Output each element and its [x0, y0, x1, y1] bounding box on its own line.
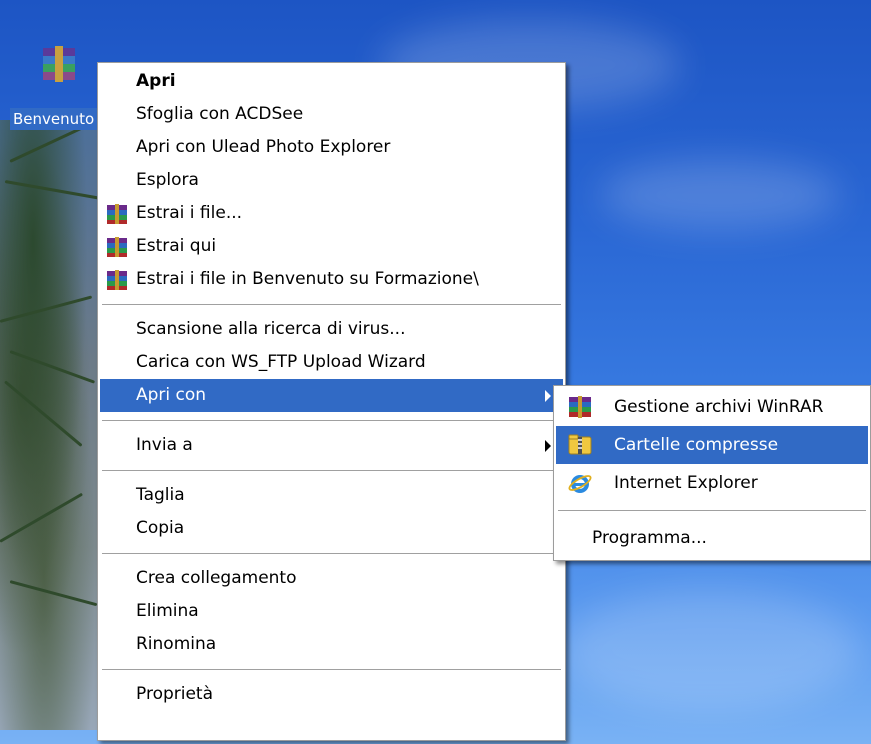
- menu-item-apri-con[interactable]: Apri con: [100, 379, 563, 412]
- menu-item-label: Apri con: [136, 385, 207, 405]
- submenu-item-winrar[interactable]: Gestione archivi WinRAR: [556, 388, 868, 426]
- submenu-item-label: Internet Explorer: [614, 473, 758, 493]
- zip-folder-icon: [568, 433, 592, 457]
- menu-item-copia[interactable]: Copia: [100, 512, 563, 545]
- menu-item-label: Estrai qui: [136, 236, 217, 256]
- submenu-item-internet-explorer[interactable]: Internet Explorer: [556, 464, 868, 502]
- menu-item-estrai-qui[interactable]: Estrai qui: [100, 230, 563, 263]
- submenu-item-programma[interactable]: Programma...: [556, 519, 868, 557]
- menu-item-estrai-in-cartella[interactable]: Estrai i file in Benvenuto su Formazione…: [100, 263, 563, 296]
- menu-separator: [102, 553, 561, 554]
- menu-item-sfoglia-acdsee[interactable]: Sfoglia con ACDSee: [100, 98, 563, 131]
- menu-separator: [102, 420, 561, 421]
- submenu-item-cartelle-compresse[interactable]: Cartelle compresse: [556, 426, 868, 464]
- menu-item-crea-collegamento[interactable]: Crea collegamento: [100, 562, 563, 595]
- menu-item-scansione-virus[interactable]: Scansione alla ricerca di virus...: [100, 313, 563, 346]
- menu-item-apri-ulead[interactable]: Apri con Ulead Photo Explorer: [100, 131, 563, 164]
- menu-separator: [102, 669, 561, 670]
- winrar-archive-icon: [39, 44, 79, 84]
- menu-item-taglia[interactable]: Taglia: [100, 479, 563, 512]
- menu-item-label: Estrai i file...: [136, 203, 243, 223]
- menu-item-elimina[interactable]: Elimina: [100, 595, 563, 628]
- menu-item-proprieta[interactable]: Proprietà: [100, 678, 563, 711]
- cloud: [600, 160, 840, 230]
- menu-item-apri[interactable]: Apri: [100, 65, 563, 98]
- menu-item-label: Estrai i file in Benvenuto su Formazione…: [136, 269, 479, 289]
- winrar-icon: [106, 269, 128, 291]
- menu-item-estrai-file[interactable]: Estrai i file...: [100, 197, 563, 230]
- menu-separator: [102, 304, 561, 305]
- menu-item-ws-ftp-upload[interactable]: Carica con WS_FTP Upload Wizard: [100, 346, 563, 379]
- submenu-separator: [558, 510, 866, 511]
- desktop: Benvenuto su Formazione Apri Sfoglia con…: [0, 0, 871, 744]
- submenu-arrow-icon: [545, 390, 551, 402]
- open-with-submenu: Gestione archivi WinRAR Cartelle compres…: [553, 385, 871, 561]
- menu-item-label: Invia a: [136, 435, 193, 455]
- cloud: [560, 590, 860, 710]
- winrar-icon: [568, 395, 592, 419]
- internet-explorer-icon: [568, 471, 592, 495]
- submenu-item-label: Cartelle compresse: [614, 435, 779, 455]
- context-menu: Apri Sfoglia con ACDSee Apri con Ulead P…: [97, 62, 566, 741]
- menu-separator: [102, 470, 561, 471]
- menu-item-rinomina[interactable]: Rinomina: [100, 628, 563, 661]
- wallpaper-palm: [0, 120, 110, 730]
- desktop-icon-label: Benvenuto su Formazione: [10, 108, 108, 130]
- winrar-icon: [106, 236, 128, 258]
- menu-item-esplora[interactable]: Esplora: [100, 164, 563, 197]
- submenu-arrow-icon: [545, 440, 551, 452]
- submenu-item-label: Gestione archivi WinRAR: [614, 397, 824, 417]
- winrar-icon: [106, 203, 128, 225]
- menu-item-invia-a[interactable]: Invia a: [100, 429, 563, 462]
